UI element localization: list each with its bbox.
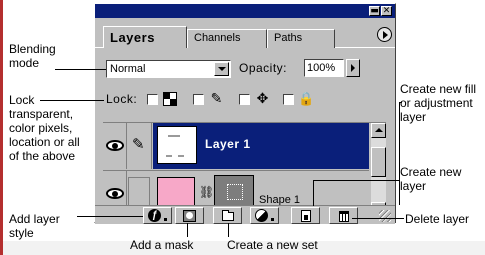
layers-bottom-toolbar: ƒ [95, 205, 395, 224]
new-fill-adjustment-button[interactable] [250, 207, 279, 224]
leader-line [313, 180, 399, 181]
close-button[interactable]: ✕ [381, 6, 392, 16]
blend-mode-select[interactable]: Normal [106, 60, 231, 78]
chevron-down-icon[interactable] [214, 62, 229, 76]
move-icon: ✥ [256, 90, 269, 106]
layer-name: Layer 1 [205, 137, 251, 151]
eye-icon [106, 140, 124, 151]
callout-blending-mode: Blending mode [9, 42, 56, 70]
layer-controls: Normal Opacity: 100% Lock: ✎ ✥ 🔒 [95, 49, 395, 119]
submenu-indicator [271, 218, 274, 221]
scroll-up-button[interactable] [371, 123, 386, 138]
opacity-input[interactable]: 100% [304, 59, 344, 77]
folder-icon [222, 210, 234, 221]
leader-line [187, 223, 188, 237]
page-accent-strip [0, 0, 3, 255]
paintbrush-icon: ✎ [132, 136, 145, 153]
callout-delete-layer: Delete layer [405, 212, 470, 226]
mask-icon [183, 210, 196, 222]
brush-icon: ✎ [210, 90, 223, 106]
callout-lock: Lock transparent, color pixels, location… [9, 93, 80, 163]
visibility-cell[interactable] [103, 123, 127, 169]
leader-line [399, 102, 402, 103]
palette-titlebar[interactable]: ▬ ✕ [95, 4, 395, 18]
opacity-slider-button[interactable] [346, 59, 360, 77]
lock-icon: 🔒 [298, 91, 315, 106]
new-layer-button[interactable] [291, 207, 320, 224]
fill-adjustment-icon [255, 209, 268, 222]
resize-grip-icon[interactable] [379, 210, 391, 222]
tab-channels[interactable]: Channels [187, 29, 267, 48]
leader-line [77, 216, 143, 217]
scroll-thumb[interactable] [371, 147, 386, 177]
add-layer-style-button[interactable]: ƒ [143, 207, 172, 224]
lock-position-checkbox[interactable] [239, 94, 250, 105]
callout-add-mask: Add a mask [130, 238, 194, 252]
tab-layers[interactable]: Layers [103, 26, 187, 48]
palette-tabbar: Channels Paths Layers [95, 18, 395, 48]
delete-layer-button[interactable] [329, 207, 358, 224]
minimize-button[interactable]: ▬ [369, 6, 380, 16]
new-layer-icon [301, 210, 311, 222]
lock-all-checkbox[interactable] [283, 94, 294, 105]
leader-line [55, 69, 106, 70]
layer-row-layer-1[interactable]: ✎ Layer 1 [103, 123, 369, 169]
layer-thumbnail [157, 126, 197, 164]
layer-style-icon: ƒ [148, 209, 161, 222]
leader-line [313, 180, 314, 206]
new-set-button[interactable] [213, 207, 242, 224]
callout-create-set: Create a new set [227, 238, 318, 252]
opacity-label: Opacity: [239, 61, 288, 75]
link-icon: ⛓ [199, 185, 215, 199]
layers-palette: ▬ ✕ Channels Paths Layers Normal Opacity… [94, 3, 396, 224]
eye-icon [106, 188, 124, 199]
leader-line [352, 218, 404, 219]
lock-pixels-checkbox[interactable] [193, 94, 204, 105]
layer-row-body[interactable]: Layer 1 [153, 123, 369, 169]
transparency-icon [163, 92, 177, 106]
lock-transparency-checkbox[interactable] [147, 94, 158, 105]
callout-create-new-layer: Create new layer [400, 165, 462, 193]
palette-menu-button[interactable] [377, 27, 392, 42]
leader-line [40, 100, 104, 101]
add-mask-button[interactable] [175, 207, 204, 224]
layers-list: ✎ Layer 1 ⛓ Shape 1 [103, 122, 386, 217]
leader-line [228, 223, 229, 237]
callout-create-fill: Create new fill or adjustment layer [400, 82, 477, 124]
tab-paths[interactable]: Paths [267, 29, 335, 48]
callout-add-layer-style: Add layer style [9, 212, 60, 240]
layers-scrollbar[interactable] [371, 123, 386, 217]
blend-mode-value: Normal [110, 63, 146, 75]
submenu-indicator [164, 218, 167, 221]
edit-state-cell[interactable]: ✎ [128, 123, 152, 169]
edit-state-cell[interactable] [128, 177, 150, 207]
trash-icon [339, 211, 349, 222]
lock-label: Lock: [106, 92, 138, 106]
